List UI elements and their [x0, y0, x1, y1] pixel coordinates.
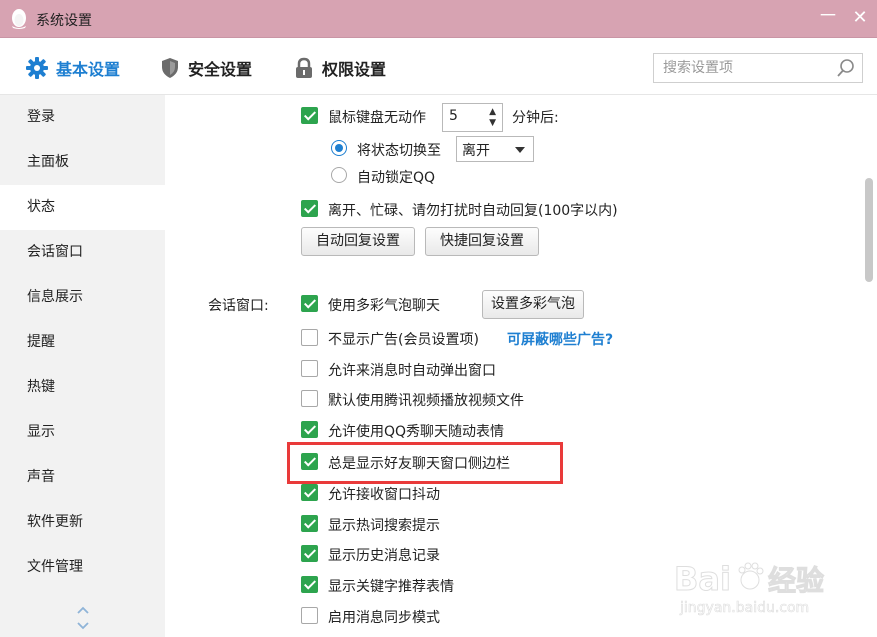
option-checkbox[interactable]: [301, 295, 318, 312]
option-label: 显示关键字推荐表情: [328, 579, 454, 595]
chevron-down-icon[interactable]: [76, 619, 90, 633]
auto-reply-settings-button[interactable]: 自动回复设置: [301, 227, 415, 256]
option-label: 启用消息同步模式: [328, 610, 440, 626]
search-box: [653, 53, 863, 83]
settings-panel: [165, 95, 877, 637]
option-checkbox[interactable]: [301, 453, 318, 470]
option-checkbox[interactable]: [301, 545, 318, 562]
option-label: 允许接收窗口抖动: [328, 487, 440, 503]
chevron-down-icon: [515, 147, 525, 153]
option-label: 允许使用QQ秀聊天随动表情: [328, 424, 505, 440]
lock-qq-label: 自动锁定QQ: [357, 170, 436, 186]
title-bar: 系统设置 － ✕: [0, 0, 877, 38]
sidebar-item-sound[interactable]: 声音: [0, 455, 165, 500]
option-checkbox[interactable]: [301, 421, 318, 438]
stepper-arrows-icon[interactable]: ▲ ▼: [489, 107, 496, 129]
idle-minutes-value: 5: [449, 108, 458, 124]
idle-minutes-suffix: 分钟后:: [512, 110, 559, 126]
ad-info-link[interactable]: 可屏蔽哪些广告?: [507, 329, 613, 349]
sidebar-item-software-update[interactable]: 软件更新: [0, 500, 165, 545]
option-checkbox[interactable]: [301, 515, 318, 532]
option-checkbox[interactable]: [301, 484, 318, 501]
option-label: 显示历史消息记录: [328, 548, 440, 564]
sidebar-item-chat-window[interactable]: 会话窗口: [0, 230, 165, 275]
scrollbar-thumb[interactable]: [865, 178, 873, 282]
set-bubble-button[interactable]: 设置多彩气泡: [482, 290, 584, 319]
sidebar: 登录 主面板 状态 会话窗口 信息展示 提醒 热键 显示 声音 软件更新 文件管…: [0, 95, 165, 637]
minimize-button[interactable]: －: [817, 5, 839, 27]
sidebar-item-display[interactable]: 显示: [0, 410, 165, 455]
sidebar-item-main-panel[interactable]: 主面板: [0, 140, 165, 185]
sidebar-item-info-display[interactable]: 信息展示: [0, 275, 165, 320]
chevron-up-icon[interactable]: [76, 603, 90, 617]
gear-icon: [26, 57, 48, 79]
search-input[interactable]: [654, 54, 830, 82]
sidebar-item-file-management[interactable]: 文件管理: [0, 545, 165, 590]
option-label: 默认使用腾讯视频播放视频文件: [328, 393, 524, 409]
penguin-logo-icon: [12, 9, 26, 29]
sidebar-item-status[interactable]: 状态: [0, 185, 165, 230]
option-checkbox[interactable]: [301, 576, 318, 593]
option-label: 显示热词搜索提示: [328, 518, 440, 534]
chat-window-section-label: 会话窗口:: [208, 298, 269, 314]
option-checkbox[interactable]: [301, 360, 318, 377]
lock-qq-radio[interactable]: [331, 167, 347, 183]
auto-reply-label: 离开、忙碌、请勿打扰时自动回复(100字以内): [328, 203, 618, 219]
option-label: 不显示广告(会员设置项): [328, 332, 479, 348]
quick-reply-settings-button[interactable]: 快捷回复设置: [425, 227, 539, 256]
sidebar-item-login[interactable]: 登录: [0, 95, 165, 140]
tab-permission-label: 权限设置: [322, 60, 387, 79]
settings-tab-bar: 基本设置 安全设置 权限设置: [0, 38, 877, 95]
status-select[interactable]: 离开: [456, 136, 534, 162]
sidebar-item-reminder[interactable]: 提醒: [0, 320, 165, 365]
lock-icon: [296, 57, 312, 78]
option-checkbox[interactable]: [301, 607, 318, 624]
window-title: 系统设置: [36, 13, 92, 29]
option-label: 允许来消息时自动弹出窗口: [328, 363, 496, 379]
switch-status-label: 将状态切换至: [357, 143, 441, 159]
option-label: 使用多彩气泡聊天: [328, 298, 440, 314]
option-checkbox[interactable]: [301, 390, 318, 407]
option-checkbox[interactable]: [301, 329, 318, 346]
close-button[interactable]: ✕: [849, 8, 871, 30]
search-icon[interactable]: [836, 58, 856, 78]
sidebar-item-hotkeys[interactable]: 热键: [0, 365, 165, 410]
auto-reply-checkbox[interactable]: [301, 200, 318, 217]
tab-security-label: 安全设置: [188, 60, 253, 79]
tab-security-settings[interactable]: 安全设置: [160, 56, 252, 80]
status-select-value: 离开: [462, 143, 490, 159]
idle-checkbox-label: 鼠标键盘无动作: [328, 110, 426, 126]
switch-status-radio[interactable]: [331, 140, 347, 156]
option-label: 总是显示好友聊天窗口侧边栏: [328, 456, 510, 472]
tab-basic-label: 基本设置: [56, 60, 121, 79]
tab-permission-settings[interactable]: 权限设置: [294, 56, 386, 80]
idle-minutes-stepper[interactable]: 5 ▲ ▼: [442, 103, 503, 132]
tab-basic-settings[interactable]: 基本设置: [26, 56, 120, 80]
idle-checkbox[interactable]: [301, 107, 318, 124]
shield-icon: [162, 58, 178, 78]
